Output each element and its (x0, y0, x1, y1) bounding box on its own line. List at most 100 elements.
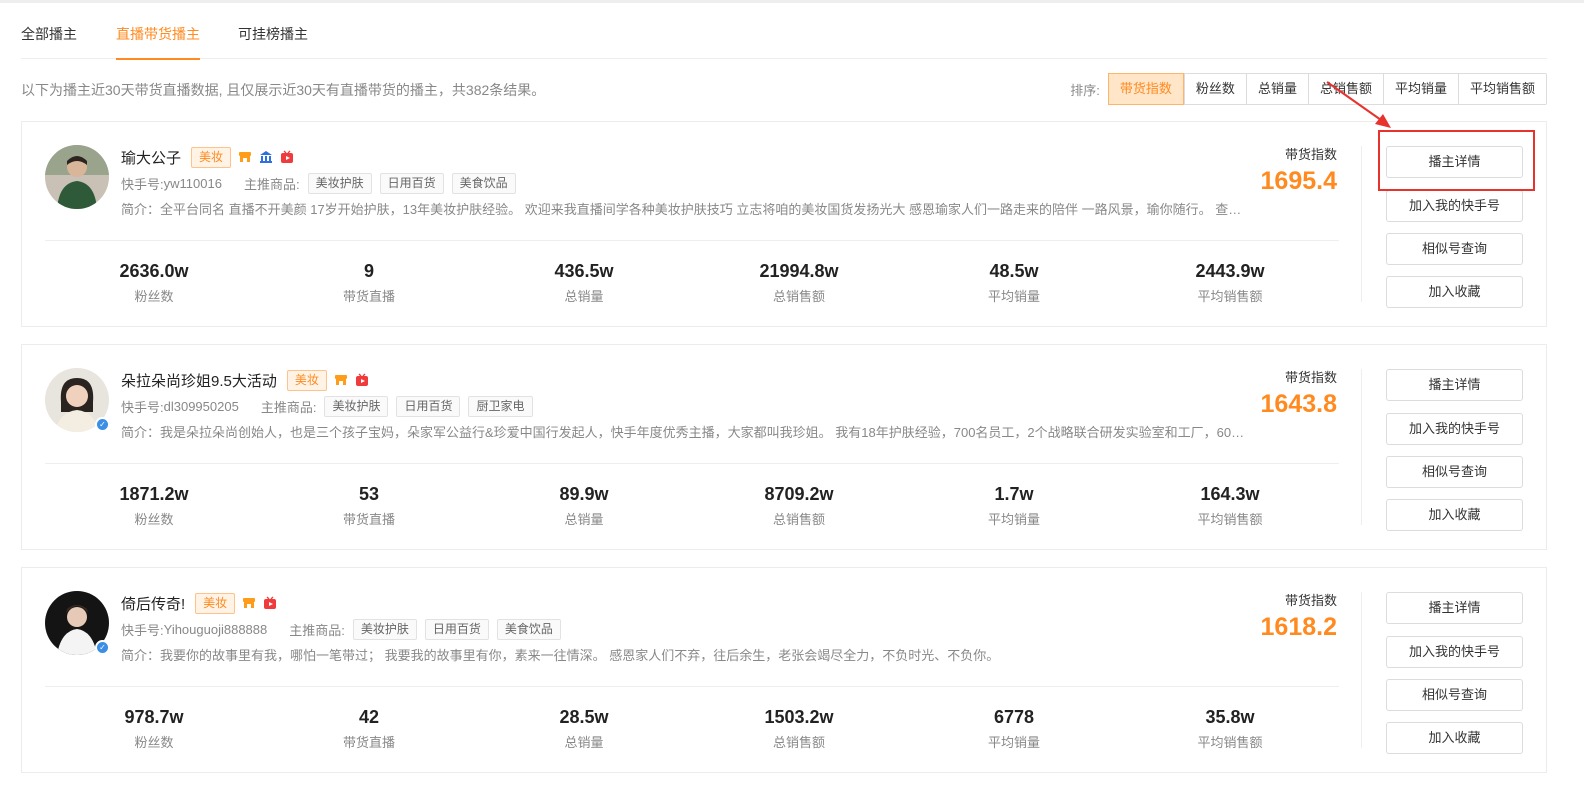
add-my-account-button[interactable]: 加入我的快手号 (1386, 190, 1523, 222)
stat-block: 6778 平均销量 (934, 707, 1094, 751)
stat-value: 2443.9w (1195, 261, 1265, 281)
streamer-intro: 简介：我是朵拉朵尚创始人，也是三个孩子宝妈，朵家军公益行&珍爱中国行发起人，快手… (121, 425, 1246, 440)
shop-icon (334, 373, 348, 387)
stat-block: 53 带货直播 (289, 484, 449, 528)
stat-value: 42 (358, 707, 380, 727)
main-goods-label: 主推商品: (243, 176, 300, 192)
goods-tag: 美妆护肤 (307, 172, 372, 194)
shop-icon (238, 150, 252, 164)
vertical-divider (1361, 369, 1362, 525)
stat-label: 平均销量 (987, 512, 1040, 527)
goods-tag: 美妆护肤 (324, 395, 389, 417)
add-my-account-button[interactable]: 加入我的快手号 (1386, 636, 1523, 668)
streamer-name[interactable]: 倚后传奇! (121, 593, 185, 614)
stat-label: 总销量 (564, 512, 604, 527)
divider (45, 686, 1339, 687)
avatar[interactable]: ✓ (45, 368, 110, 432)
stat-label: 平均销售额 (1197, 512, 1263, 527)
stat-value: 28.5w (559, 707, 609, 727)
stat-block: 978.7w 粉丝数 (74, 707, 234, 751)
vertical-divider (1361, 146, 1362, 302)
goods-tag: 日用百货 (379, 172, 444, 194)
stat-label: 带货直播 (342, 289, 395, 304)
similar-account-search-button[interactable]: 相似号查询 (1386, 679, 1523, 711)
index-value: 1643.8 (1260, 390, 1337, 418)
sort-by-fans[interactable]: 粉丝数 (1183, 74, 1246, 104)
add-my-account-button[interactable]: 加入我的快手号 (1386, 413, 1523, 445)
stat-label: 总销售额 (772, 289, 825, 304)
stat-block: 436.5w 总销量 (504, 261, 664, 305)
add-favorite-button[interactable]: 加入收藏 (1386, 276, 1523, 308)
name-row: 倚后传奇! 美妆 (121, 591, 277, 615)
stat-value: 1871.2w (119, 484, 189, 504)
stat-value: 8709.2w (764, 484, 834, 504)
stat-label: 带货直播 (342, 735, 395, 750)
streamer-name[interactable]: 瑜大公子 (121, 147, 181, 168)
stat-value: 1.7w (994, 484, 1034, 504)
goods-tag: 美食饮品 (496, 618, 561, 640)
category-tag: 美妆 (286, 369, 327, 391)
account-label: 快手号: (121, 399, 164, 415)
stat-value: 89.9w (559, 484, 609, 504)
meta-row: 快手号: yw110016 主推商品: 美妆护肤 日用百货 美食饮品 (121, 172, 516, 194)
stat-value: 53 (358, 484, 380, 504)
index-label: 带货指数 (1284, 147, 1337, 162)
stat-label: 总销量 (564, 735, 604, 750)
stat-value: 2636.0w (119, 261, 189, 281)
index-value: 1695.4 (1260, 167, 1337, 195)
add-favorite-button[interactable]: 加入收藏 (1386, 499, 1523, 531)
stat-block: 28.5w 总销量 (504, 707, 664, 751)
meta-row: 快手号: dl309950205 主推商品: 美妆护肤 日用百货 厨卫家电 (121, 395, 533, 417)
stat-value: 436.5w (554, 261, 614, 281)
result-summary: 以下为播主近30天带货直播数据, 且仅展示近30天有直播带货的播主，共382条结… (21, 82, 546, 98)
tab-all-streamers[interactable]: 全部播主 (21, 3, 77, 59)
stat-label: 总销售额 (772, 735, 825, 750)
live-icon (280, 150, 294, 164)
streamer-name[interactable]: 朵拉朵尚珍姐9.5大活动 (121, 370, 277, 391)
live-icon (355, 373, 369, 387)
streamer-intro: 简介：全平台同名 直播不开美颜 17岁开始护肤，13年美妆护肤经验。 欢迎来我直… (121, 202, 1246, 217)
category-tag: 美妆 (195, 592, 236, 614)
index-label: 带货指数 (1284, 370, 1337, 385)
stat-value: 978.7w (124, 707, 184, 727)
bank-icon (259, 150, 273, 164)
main-goods-label: 主推商品: (289, 622, 345, 638)
account-id: Yihouguoji888888 (163, 621, 268, 637)
stat-block: 89.9w 总销量 (504, 484, 664, 528)
similar-account-search-button[interactable]: 相似号查询 (1386, 233, 1523, 265)
tab-bar: 全部播主 直播带货播主 可挂榜播主 (21, 3, 1547, 60)
account-id: dl309950205 (163, 398, 239, 414)
tab-live-selling-streamers[interactable]: 直播带货播主 (116, 3, 200, 60)
avatar[interactable]: ✓ (45, 591, 110, 655)
sort-by-index[interactable]: 带货指数 (1107, 73, 1184, 105)
stat-label: 总销量 (564, 289, 604, 304)
stat-block: 2636.0w 粉丝数 (74, 261, 234, 305)
add-favorite-button[interactable]: 加入收藏 (1386, 722, 1523, 754)
sort-by-avg-revenue[interactable]: 平均销售额 (1457, 74, 1546, 104)
stat-value: 35.8w (1205, 707, 1255, 727)
streamer-card: ✓ 朵拉朵尚珍姐9.5大活动 美妆 快手号: dl309950205 主推商品:… (21, 344, 1547, 550)
annotation-arrow (1326, 81, 1391, 128)
sort-by-total-sales[interactable]: 总销量 (1245, 74, 1308, 104)
meta-row: 快手号: Yihouguoji888888 主推商品: 美妆护肤 日用百货 美食饮品 (121, 618, 561, 640)
streamer-card: 瑜大公子 美妆 快手号: yw110016 主推商品: 美妆护肤 日用百货 美食饮品… (21, 121, 1547, 327)
avatar[interactable] (45, 145, 109, 209)
streamer-detail-button[interactable]: 播主详情 (1386, 592, 1523, 624)
similar-account-search-button[interactable]: 相似号查询 (1386, 456, 1523, 488)
verified-badge-icon: ✓ (95, 417, 110, 432)
stat-value: 9 (363, 261, 374, 281)
tab-rankable-streamers[interactable]: 可挂榜播主 (238, 3, 308, 59)
streamer-detail-button[interactable]: 播主详情 (1386, 369, 1523, 401)
stat-block: 35.8w 平均销售额 (1150, 707, 1310, 751)
stat-block: 2443.9w 平均销售额 (1150, 261, 1310, 305)
goods-tag: 日用百货 (396, 395, 461, 417)
stat-label: 平均销售额 (1197, 289, 1263, 304)
sort-label: 排序: (1070, 82, 1100, 98)
index-value: 1618.2 (1260, 613, 1337, 641)
stat-block: 8709.2w 总销售额 (719, 484, 879, 528)
stat-block: 164.3w 平均销售额 (1150, 484, 1310, 528)
verified-badge-icon: ✓ (95, 640, 110, 655)
live-icon (263, 596, 277, 610)
stat-label: 平均销量 (987, 735, 1040, 750)
streamer-intro: 简介：我要你的故事里有我，哪怕一笔带过； 我要我的故事里有你，素来一往情深。 感… (121, 648, 1000, 663)
